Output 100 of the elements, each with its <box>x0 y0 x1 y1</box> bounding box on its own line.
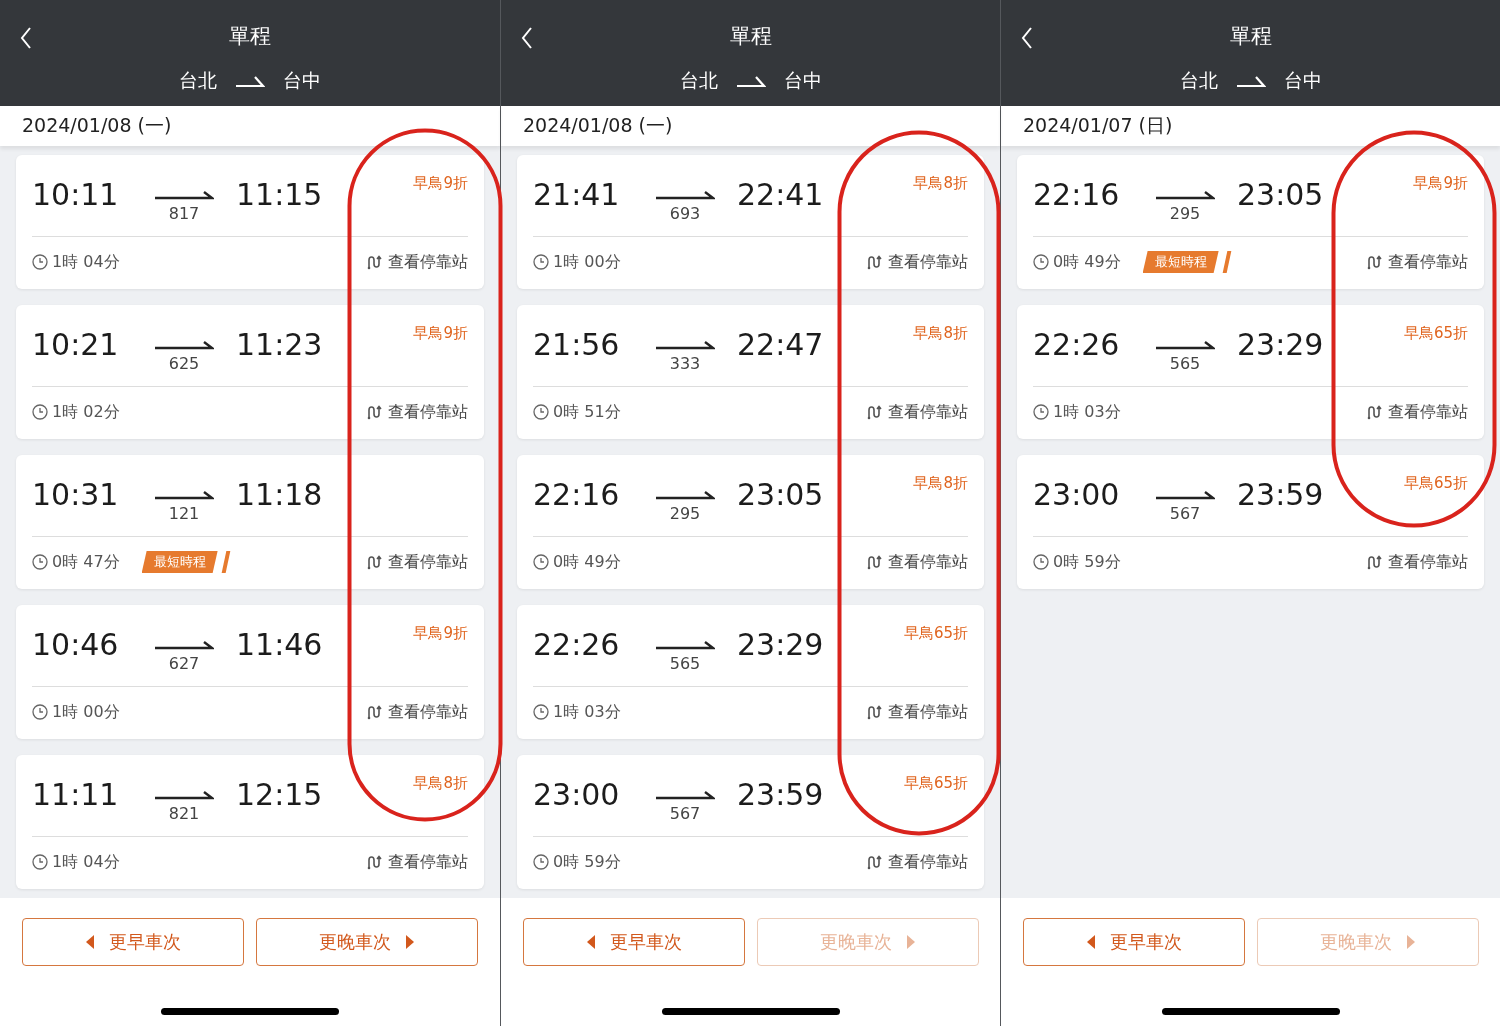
travel-date: 2024/01/07 (日) <box>1023 113 1173 138</box>
view-stops-link[interactable]: 查看停靠站 <box>366 701 468 723</box>
view-stops-link[interactable]: 查看停靠站 <box>366 851 468 873</box>
view-stops-link[interactable]: 查看停靠站 <box>866 551 968 573</box>
departure-time: 10:21 <box>32 327 120 363</box>
discount-label: 早鳥9折 <box>413 624 468 643</box>
arrival-time: 23:59 <box>1237 477 1325 513</box>
left-triangle-icon <box>585 935 596 949</box>
view-stops-link[interactable]: 查看停靠站 <box>866 851 968 873</box>
destination-station: 台中 <box>283 68 321 93</box>
train-number: 121 <box>168 504 200 523</box>
departure-time: 22:26 <box>1033 327 1121 363</box>
view-stops-link[interactable]: 查看停靠站 <box>866 401 968 423</box>
train-number: 567 <box>1169 504 1201 523</box>
earlier-trains-button[interactable]: 更早車次 <box>522 918 745 966</box>
discount-label: 早鳥9折 <box>1413 174 1468 193</box>
trip-duration: 1時 04分 <box>52 851 120 873</box>
departure-time: 23:00 <box>533 777 621 813</box>
discount-label: 早鳥65折 <box>1403 324 1468 343</box>
trip-duration: 0時 47分 <box>52 551 120 573</box>
trip-duration: 1時 03分 <box>1053 401 1121 423</box>
train-number: 295 <box>669 504 701 523</box>
trip-card[interactable]: 11:11 821 12:15 早鳥8折 1時 04分 查看停靠站 <box>16 755 484 889</box>
train-number: 333 <box>669 354 701 373</box>
trip-duration: 0時 51分 <box>553 401 621 423</box>
trip-card[interactable]: 10:46 627 11:46 早鳥9折 1時 00分 查看停靠站 <box>16 605 484 739</box>
trip-card[interactable]: 22:26 565 23:29 早鳥65折 1時 03分 查看停靠站 <box>1017 305 1484 439</box>
route-icon <box>866 554 882 570</box>
trip-duration: 1時 00分 <box>52 701 120 723</box>
clock-icon <box>533 704 549 720</box>
back-icon[interactable] <box>521 26 533 50</box>
earlier-trains-button[interactable]: 更早車次 <box>22 918 244 966</box>
page-title: 單程 <box>1229 23 1272 50</box>
right-triangle-icon <box>905 935 916 949</box>
route-icon <box>866 404 882 420</box>
shortest-badge: 最短時程 <box>141 551 218 573</box>
route-icon <box>366 404 382 420</box>
trip-duration: 0時 59分 <box>553 851 621 873</box>
discount-label: 早鳥65折 <box>903 624 968 643</box>
clock-icon <box>32 254 48 270</box>
view-stops-link[interactable]: 查看停靠站 <box>866 701 968 723</box>
arrival-time: 23:05 <box>1237 177 1325 213</box>
route-icon <box>366 554 382 570</box>
view-stops-link[interactable]: 查看停靠站 <box>366 251 468 273</box>
shortest-badge: 最短時程 <box>1142 251 1219 273</box>
discount-label: 早鳥8折 <box>913 174 968 193</box>
trip-card[interactable]: 22:16 295 23:05 早鳥9折 0時 49分 最短時程 查看停靠站 <box>1017 155 1484 289</box>
page-title: 單程 <box>229 23 271 50</box>
back-icon[interactable] <box>20 26 32 50</box>
earlier-trains-button[interactable]: 更早車次 <box>1022 918 1245 966</box>
route-icon <box>866 254 882 270</box>
back-icon[interactable] <box>1021 26 1033 50</box>
departure-time: 21:56 <box>533 327 621 363</box>
discount-label: 早鳥65折 <box>903 774 968 793</box>
train-number: 567 <box>669 804 701 823</box>
train-number: 821 <box>168 804 200 823</box>
clock-icon <box>32 704 48 720</box>
view-stops-link[interactable]: 查看停靠站 <box>1366 551 1468 573</box>
trip-duration: 0時 59分 <box>1053 551 1121 573</box>
departure-time: 10:46 <box>32 627 120 663</box>
trip-card[interactable]: 23:00 567 23:59 早鳥65折 0時 59分 查看停靠站 <box>1017 455 1484 589</box>
discount-label: 早鳥8折 <box>913 324 968 343</box>
destination-station: 台中 <box>1283 68 1322 93</box>
clock-icon <box>533 254 549 270</box>
departure-time: 22:16 <box>1033 177 1121 213</box>
travel-date: 2024/01/08 (一) <box>22 113 172 138</box>
train-number: 625 <box>168 354 200 373</box>
arrival-time: 11:15 <box>236 177 324 213</box>
discount-label: 早鳥9折 <box>413 174 468 193</box>
route-icon <box>866 704 882 720</box>
trip-card[interactable]: 21:56 333 22:47 早鳥8折 0時 51分 查看停靠站 <box>517 305 984 439</box>
view-stops-link[interactable]: 查看停靠站 <box>366 551 468 573</box>
arrival-time: 23:59 <box>737 777 825 813</box>
discount-label: 早鳥8折 <box>413 774 468 793</box>
trip-card[interactable]: 10:31 121 11:18 0時 47分 最短時程 查看停靠站 <box>16 455 484 589</box>
departure-time: 10:31 <box>32 477 120 513</box>
trip-card[interactable]: 10:11 817 11:15 早鳥9折 1時 04分 查看停靠站 <box>16 155 484 289</box>
view-stops-link[interactable]: 查看停靠站 <box>1366 401 1468 423</box>
train-number: 817 <box>168 204 200 223</box>
trip-card[interactable]: 22:16 295 23:05 早鳥8折 0時 49分 查看停靠站 <box>517 455 984 589</box>
view-stops-link[interactable]: 查看停靠站 <box>866 251 968 273</box>
later-trains-button[interactable]: 更晚車次 <box>256 918 478 966</box>
trip-duration: 1時 02分 <box>52 401 120 423</box>
train-number: 565 <box>669 654 701 673</box>
view-stops-link[interactable]: 查看停靠站 <box>1366 251 1468 273</box>
destination-station: 台中 <box>783 68 822 93</box>
view-stops-link[interactable]: 查看停靠站 <box>366 401 468 423</box>
trip-card[interactable]: 10:21 625 11:23 早鳥9折 1時 02分 查看停靠站 <box>16 305 484 439</box>
clock-icon <box>533 854 549 870</box>
route-icon <box>366 854 382 870</box>
trip-card[interactable]: 23:00 567 23:59 早鳥65折 0時 59分 查看停靠站 <box>517 755 984 889</box>
route-icon <box>1366 554 1382 570</box>
trip-card[interactable]: 22:26 565 23:29 早鳥65折 1時 03分 查看停靠站 <box>517 605 984 739</box>
trip-card[interactable]: 21:41 693 22:41 早鳥8折 1時 00分 查看停靠站 <box>517 155 984 289</box>
route-icon <box>366 704 382 720</box>
train-number: 295 <box>1169 204 1201 223</box>
clock-icon <box>1033 554 1049 570</box>
clock-icon <box>533 554 549 570</box>
departure-time: 23:00 <box>1033 477 1121 513</box>
departure-time: 10:11 <box>32 177 120 213</box>
